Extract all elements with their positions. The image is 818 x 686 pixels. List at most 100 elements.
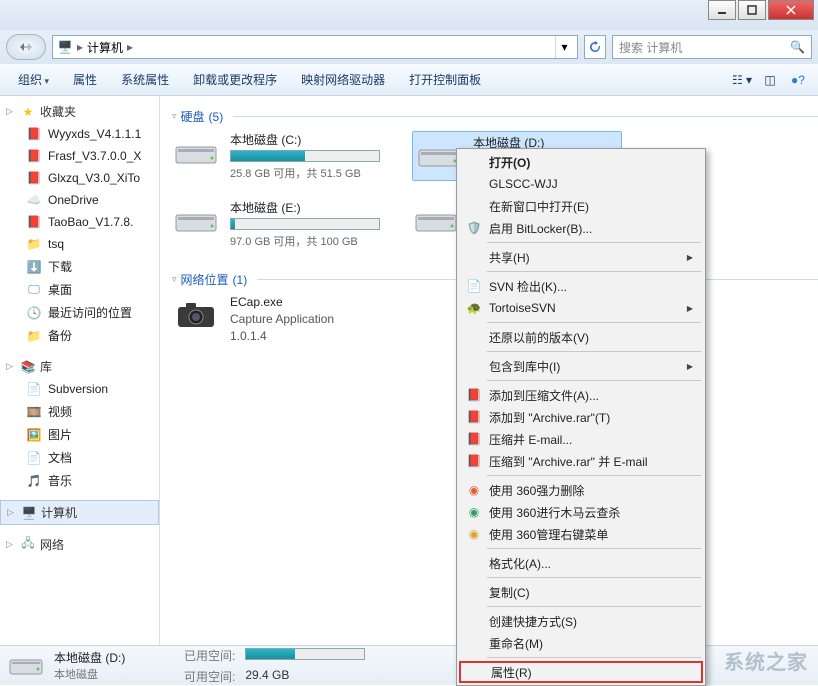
- context-menu-label: 在新窗口中打开(E): [489, 198, 589, 215]
- sidebar-favorites-header[interactable]: ▷ ★ 收藏夹: [0, 100, 159, 123]
- context-menu-item[interactable]: 重命名(M): [459, 632, 703, 654]
- sidebar-favorite-item[interactable]: 📕Glxzq_V3.0_XiTo: [0, 167, 159, 189]
- sidebar-library-item[interactable]: 🖼️图片: [0, 423, 159, 446]
- drive-icon: [172, 131, 220, 171]
- breadcrumb-sep: ▸: [77, 40, 83, 54]
- context-menu-label: 复制(C): [489, 584, 530, 601]
- context-menu-separator: [487, 548, 701, 549]
- sidebar-favorite-item[interactable]: 📕Wyyxds_V4.1.1.1: [0, 123, 159, 145]
- sidebar-item-label: 图片: [48, 426, 72, 443]
- sidebar-item-label: 桌面: [48, 281, 72, 298]
- organize-button[interactable]: 组织: [8, 67, 59, 92]
- context-menu-item[interactable]: 在新窗口中打开(E): [459, 195, 703, 217]
- sidebar-library-item[interactable]: 🎵音乐: [0, 469, 159, 492]
- drive-icon: [172, 199, 220, 239]
- map-drive-button[interactable]: 映射网络驱动器: [291, 67, 395, 92]
- sidebar-network-label: 网络: [40, 536, 64, 553]
- sidebar-item-label: Frasf_V3.7.0.0_X: [48, 149, 141, 163]
- context-menu-item[interactable]: 📄SVN 检出(K)...: [459, 275, 703, 297]
- sidebar-favorite-item[interactable]: 🕓最近访问的位置: [0, 301, 159, 324]
- context-menu-item[interactable]: 打开(O): [459, 151, 703, 173]
- sidebar-item-label: Glxzq_V3.0_XiTo: [48, 171, 140, 185]
- sidebar[interactable]: ▷ ★ 收藏夹 📕Wyyxds_V4.1.1.1 📕 Frasf_V3.7.0.0_…: [0, 96, 160, 646]
- context-menu-label: TortoiseSVN: [489, 301, 556, 315]
- view-mode-button[interactable]: ☷ ▾: [730, 68, 754, 92]
- preview-pane-button[interactable]: ◫: [758, 68, 782, 92]
- titlebar: [0, 0, 818, 30]
- context-menu-item[interactable]: 📕压缩并 E-mail...: [459, 428, 703, 450]
- context-menu-label: 使用 360强力删除: [489, 482, 584, 499]
- sidebar-favorite-item[interactable]: 📁备份: [0, 324, 159, 347]
- drive-icon: [412, 199, 460, 239]
- context-menu-item[interactable]: 🐢TortoiseSVN: [459, 297, 703, 319]
- chevron-icon: ▷: [7, 507, 17, 518]
- sidebar-item-label: OneDrive: [48, 193, 99, 207]
- context-menu: 打开(O)GLSCC-WJJ 在新窗口中打开(E) 🛡️ 启用 BitLocker(B…: [456, 148, 706, 686]
- sidebar-computer-header[interactable]: ▷ 🖥️ 计算机: [0, 500, 159, 525]
- sidebar-library-item[interactable]: 🎞️视频: [0, 400, 159, 423]
- sidebar-favorite-item[interactable]: 📁tsq: [0, 233, 159, 255]
- context-menu-item[interactable]: 还原以前的版本(V): [459, 326, 703, 348]
- folder-icon: 📁: [26, 236, 42, 252]
- drive-item[interactable]: 本地磁盘 (C:) 25.8 GB 可用，共 51.5 GB: [172, 131, 382, 181]
- chevron-icon: ▷: [6, 539, 16, 550]
- star-icon: ★: [20, 104, 36, 120]
- computer-icon: 🖥️: [57, 39, 73, 55]
- context-menu-label: 重命名(M): [489, 635, 543, 652]
- sidebar-favorite-item[interactable]: ⬇️下载: [0, 255, 159, 278]
- group-drives-header[interactable]: ▿ 硬盘 (5): [172, 104, 818, 131]
- sidebar-item-label: 备份: [48, 327, 72, 344]
- context-menu-item[interactable]: 创建快捷方式(S): [459, 610, 703, 632]
- sidebar-network-header[interactable]: ▷ 🖧 网络: [0, 533, 159, 556]
- close-button[interactable]: [768, 0, 814, 20]
- minimize-button[interactable]: [708, 0, 736, 20]
- properties-button[interactable]: 属性: [63, 67, 107, 92]
- cloud-icon: ☁️: [26, 192, 42, 208]
- zip-icon: 📕: [465, 452, 483, 470]
- context-menu-item[interactable]: ◉使用 360进行木马云查杀: [459, 501, 703, 523]
- context-menu-item[interactable]: ◉使用 360强力删除: [459, 479, 703, 501]
- context-menu-item[interactable]: 共享(H): [459, 246, 703, 268]
- context-menu-separator: [487, 242, 701, 243]
- maximize-button[interactable]: [738, 0, 766, 20]
- context-menu-separator: [487, 271, 701, 272]
- sidebar-library-item[interactable]: 📄Subversion: [0, 378, 159, 400]
- search-input[interactable]: 搜索 计算机 🔍: [612, 35, 812, 59]
- context-menu-label: 格式化(A)...: [489, 555, 551, 572]
- context-menu-label: 启用 BitLocker(B)...: [489, 220, 592, 237]
- nav-back-forward[interactable]: [6, 34, 46, 60]
- sidebar-favorite-item[interactable]: 📕 Frasf_V3.7.0.0_X: [0, 145, 159, 167]
- context-menu-item[interactable]: 📕 压缩到 "Archive.rar" 并 E-mail: [459, 450, 703, 472]
- context-menu-item[interactable]: 📕添加到压缩文件(A)...: [459, 384, 703, 406]
- drive-name: 本地磁盘 (E:): [230, 199, 382, 216]
- sidebar-libraries-header[interactable]: ▷ 📚 库: [0, 355, 159, 378]
- system-properties-button[interactable]: 系统属性: [111, 67, 179, 92]
- sidebar-library-item[interactable]: 📄文档: [0, 446, 159, 469]
- sidebar-favorite-item[interactable]: 📕TaoBao_V1.7.8.: [0, 211, 159, 233]
- rec-icon: 🕓: [26, 305, 42, 321]
- computer-icon: 🖥️: [21, 505, 37, 521]
- address-bar[interactable]: 🖥️ ▸ 计算机 ▸ ▾: [52, 35, 578, 59]
- uninstall-button[interactable]: 卸载或更改程序: [183, 67, 287, 92]
- context-menu-item[interactable]: ◉使用 360管理右键菜单: [459, 523, 703, 545]
- context-menu-item[interactable]: 包含到库中(I): [459, 355, 703, 377]
- context-menu-item[interactable]: 📕添加到 "Archive.rar"(T): [459, 406, 703, 428]
- breadcrumb-path[interactable]: 计算机: [87, 39, 123, 56]
- search-placeholder: 搜索 计算机: [619, 39, 682, 56]
- context-menu-item[interactable]: 复制(C): [459, 581, 703, 603]
- context-menu-item[interactable]: 🛡️ 启用 BitLocker(B)...: [459, 217, 703, 239]
- context-menu-item[interactable]: 格式化(A)...: [459, 552, 703, 574]
- context-menu-label: 压缩到 "Archive.rar" 并 E-mail: [489, 453, 648, 470]
- control-panel-button[interactable]: 打开控制面板: [399, 67, 491, 92]
- context-menu-item[interactable]: 属性(R): [459, 661, 703, 683]
- rar-icon: 📕: [26, 148, 42, 164]
- shield-icon: 🛡️: [465, 219, 483, 237]
- address-dropdown[interactable]: ▾: [555, 36, 573, 58]
- help-button[interactable]: ●?: [786, 68, 810, 92]
- sidebar-favorite-item[interactable]: 🖵桌面: [0, 278, 159, 301]
- refresh-button[interactable]: [584, 35, 606, 59]
- drive-item[interactable]: 本地磁盘 (E:) 97.0 GB 可用，共 100 GB: [172, 199, 382, 249]
- sidebar-favorite-item[interactable]: ☁️ OneDrive: [0, 189, 159, 211]
- mus-icon: 🎵: [26, 473, 42, 489]
- context-menu-item[interactable]: GLSCC-WJJ: [459, 173, 703, 195]
